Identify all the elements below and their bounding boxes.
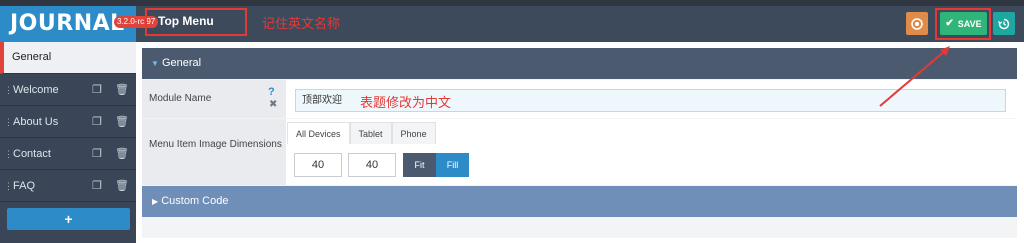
annotation-arrow	[879, 46, 950, 107]
